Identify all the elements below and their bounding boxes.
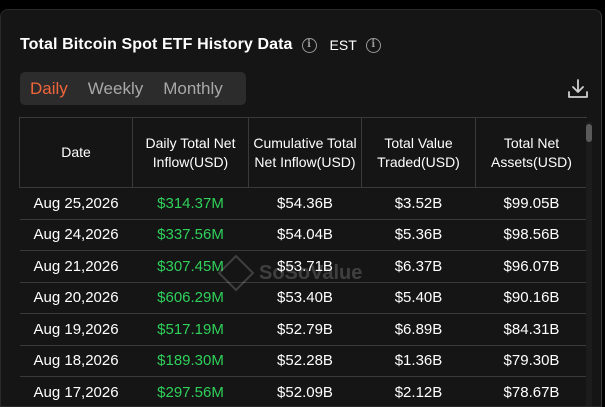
info-icon[interactable]: i [301, 37, 317, 53]
table-row: Aug 21,2026 $307.45M $53.71B $6.37B $96.… [19, 250, 587, 283]
cell-net-assets: $90.16B [475, 282, 587, 314]
cell-net-assets: $78.67B [475, 376, 587, 406]
etf-history-panel: Total Bitcoin Spot ETF History Data i ES… [0, 9, 602, 407]
timezone-label: EST [329, 37, 357, 53]
period-tabs: Daily Weekly Monthly [20, 72, 246, 105]
tab-daily[interactable]: Daily [20, 72, 78, 105]
data-table-container[interactable]: Date Daily Total Net Inflow(USD) Cumulat… [19, 117, 587, 406]
page-title: Total Bitcoin Spot ETF History Data [20, 36, 293, 53]
etf-history-table: Date Daily Total Net Inflow(USD) Cumulat… [19, 117, 587, 406]
cell-net-assets: $84.31B [475, 313, 587, 346]
cell-date: Aug 19,2026 [19, 313, 133, 346]
cell-cumulative-inflow: $52.09B [248, 376, 362, 406]
cell-value-traded: $3.52B [361, 187, 476, 220]
cell-cumulative-inflow: $52.79B [248, 313, 362, 346]
table-row: Aug 20,2026 $606.29M $53.40B $5.40B $90.… [19, 282, 587, 314]
table-scrollbar[interactable] [586, 122, 592, 406]
cell-daily-inflow: $189.30M [132, 345, 249, 377]
table-row: Aug 24,2026 $337.56M $54.04B $5.36B $98.… [19, 219, 587, 251]
cell-daily-inflow: $307.45M [132, 250, 249, 283]
cell-date: Aug 20,2026 [19, 282, 133, 314]
cell-value-traded: $5.36B [361, 219, 476, 251]
cell-daily-inflow: $517.19M [132, 313, 249, 346]
cell-value-traded: $6.37B [361, 250, 476, 283]
scrollbar-thumb[interactable] [586, 124, 592, 142]
cell-net-assets: $98.56B [475, 219, 587, 251]
cell-net-assets: $96.07B [475, 250, 587, 283]
cell-date: Aug 18,2026 [19, 345, 133, 377]
table-row: Aug 18,2026 $189.30M $52.28B $1.36B $79.… [19, 345, 587, 377]
cell-daily-inflow: $337.56M [132, 219, 249, 251]
download-icon[interactable] [567, 78, 589, 100]
title-row: Total Bitcoin Spot ETF History Data i ES… [20, 35, 381, 55]
cell-cumulative-inflow: $54.36B [248, 187, 362, 220]
table-row: Aug 19,2026 $517.19M $52.79B $6.89B $84.… [19, 313, 587, 346]
cell-cumulative-inflow: $52.28B [248, 345, 362, 377]
column-header-date[interactable]: Date [19, 117, 133, 188]
column-header-daily-inflow[interactable]: Daily Total Net Inflow(USD) [132, 117, 249, 188]
cell-cumulative-inflow: $53.40B [248, 282, 362, 314]
cell-value-traded: $2.12B [361, 376, 476, 406]
table-row: Aug 17,2026 $297.56M $52.09B $2.12B $78.… [19, 376, 587, 406]
cell-daily-inflow: $606.29M [132, 282, 249, 314]
tab-monthly[interactable]: Monthly [153, 72, 233, 105]
table-header-row: Date Daily Total Net Inflow(USD) Cumulat… [19, 117, 587, 188]
cell-value-traded: $1.36B [361, 345, 476, 377]
cell-cumulative-inflow: $53.71B [248, 250, 362, 283]
cell-cumulative-inflow: $54.04B [248, 219, 362, 251]
cell-date: Aug 24,2026 [19, 219, 133, 251]
column-header-cumulative-inflow[interactable]: Cumulative Total Net Inflow(USD) [248, 117, 362, 188]
table-row: Aug 25,2026 $314.37M $54.36B $3.52B $99.… [19, 187, 587, 220]
timezone-info-icon[interactable]: i [365, 37, 381, 53]
cell-date: Aug 25,2026 [19, 187, 133, 220]
column-header-net-assets[interactable]: Total Net Assets(USD) [475, 117, 587, 188]
tab-weekly[interactable]: Weekly [78, 72, 153, 105]
column-header-value-traded[interactable]: Total Value Traded(USD) [361, 117, 476, 188]
cell-daily-inflow: $297.56M [132, 376, 249, 406]
cell-value-traded: $5.40B [361, 282, 476, 314]
cell-value-traded: $6.89B [361, 313, 476, 346]
cell-net-assets: $99.05B [475, 187, 587, 220]
cell-date: Aug 17,2026 [19, 376, 133, 406]
cell-date: Aug 21,2026 [19, 250, 133, 283]
cell-net-assets: $79.30B [475, 345, 587, 377]
cell-daily-inflow: $314.37M [132, 187, 249, 220]
